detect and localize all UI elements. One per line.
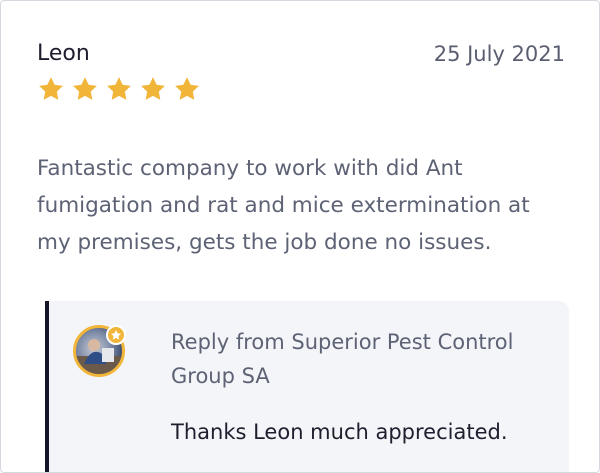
reply-title: Reply from Superior Pest Control Group S… [171,330,514,388]
review-text: Fantastic company to work with did Ant f… [37,156,530,255]
star-icon [139,75,167,103]
star-rating [37,75,201,103]
reply-text: Thanks Leon much appreciated. [171,420,508,444]
star-icon [173,75,201,103]
reviewer-name: Leon [37,41,90,66]
company-avatar [73,325,126,377]
review-card: Leon 25 July 2021 Fantastic company to w… [0,0,600,473]
star-icon [105,75,133,103]
star-icon [37,75,65,103]
business-reply: Reply from Superior Pest Control Group S… [45,301,569,472]
verified-star-icon [106,325,126,345]
star-icon [71,75,99,103]
review-date: 25 July 2021 [433,42,565,66]
